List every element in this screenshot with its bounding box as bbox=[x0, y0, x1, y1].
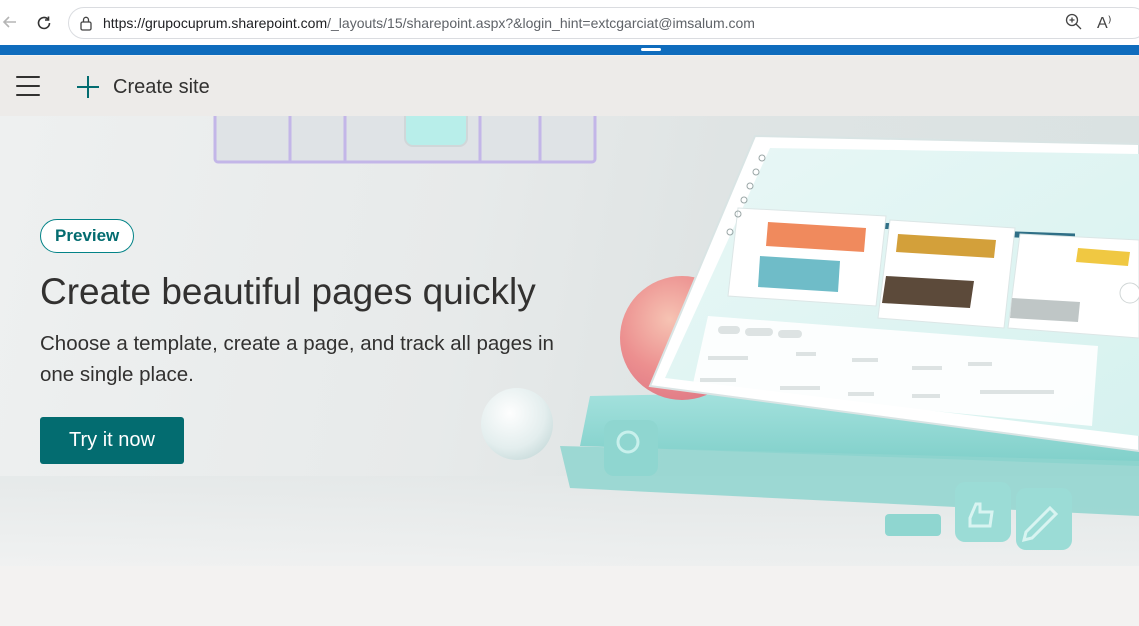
refresh-icon[interactable] bbox=[28, 7, 60, 39]
url-path: /_layouts/15/sharepoint.aspx?&login_hint… bbox=[327, 15, 755, 31]
read-aloud-icon[interactable]: A⁾ bbox=[1097, 13, 1112, 33]
hero-banner: Preview Create beautiful pages quickly C… bbox=[0, 116, 1139, 566]
lock-icon[interactable] bbox=[77, 14, 95, 32]
browser-accent-strip bbox=[0, 45, 1139, 55]
hamburger-menu-icon[interactable] bbox=[16, 76, 40, 96]
back-arrow-icon[interactable] bbox=[0, 6, 26, 38]
strip-handle[interactable] bbox=[641, 48, 661, 51]
zoom-in-icon[interactable] bbox=[1064, 12, 1084, 32]
browser-toolbar: https://grupocuprum.sharepoint.com/_layo… bbox=[0, 0, 1139, 45]
hero-title: Create beautiful pages quickly bbox=[40, 271, 536, 312]
hero-subtitle: Choose a template, create a page, and tr… bbox=[40, 332, 554, 386]
command-bar: Create site bbox=[0, 56, 1139, 116]
try-it-now-button[interactable]: Try it now bbox=[40, 417, 184, 464]
create-site-button[interactable]: Create site bbox=[76, 72, 210, 102]
create-site-label: Create site bbox=[113, 75, 210, 98]
preview-badge: Preview bbox=[40, 219, 135, 253]
address-bar[interactable]: https://grupocuprum.sharepoint.com/_layo… bbox=[68, 7, 1139, 39]
plus-icon bbox=[76, 75, 100, 99]
url-host: https://grupocuprum.sharepoint.com bbox=[103, 15, 328, 31]
url-text[interactable]: https://grupocuprum.sharepoint.com/_layo… bbox=[103, 15, 755, 31]
page-footer-area bbox=[0, 566, 1139, 626]
